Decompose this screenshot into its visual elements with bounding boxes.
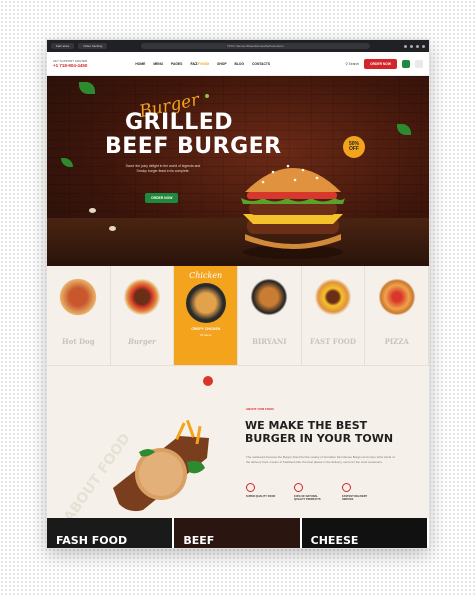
feature-text: 100% OF NATURAL QUALITY PRODUCTS — [294, 495, 321, 502]
promo-tile[interactable]: BEEF — [174, 518, 302, 548]
mushroom-icon — [89, 208, 96, 213]
nav-item-pages[interactable]: PAGES — [171, 62, 182, 66]
site-logo[interactable]: FAZFOOD — [190, 62, 209, 66]
category-hot-dog[interactable]: Hot Dog — [47, 266, 111, 365]
nav-item-contacts[interactable]: CONTACTS — [252, 62, 270, 66]
feature-item: SUPER QUALITY FOOD — [246, 483, 282, 502]
nav-item-home[interactable]: HOME — [135, 62, 145, 66]
search-link[interactable]: ⚲ Search — [345, 62, 359, 66]
extension-icon[interactable] — [404, 44, 407, 48]
chicken-icon — [185, 283, 226, 323]
browser-bar: Fatz store Order tracking ISTC/ themes.f… — [47, 40, 429, 52]
nav-item-menu[interactable]: MENU — [153, 62, 163, 66]
feature-text: SUPER QUALITY FOOD — [246, 495, 276, 498]
biryani-icon — [248, 276, 291, 318]
promo-tile-title: CHEESE — [310, 534, 359, 547]
site-header: 24/7 SUPPORT CENTER +1 718-904-4450 HOME… — [47, 52, 429, 76]
fast-food-icon — [312, 276, 355, 318]
burger-image — [241, 164, 345, 259]
hot-dog-icon — [57, 276, 100, 318]
search-label: Search — [348, 61, 360, 66]
category-name: BIRYANI — [252, 337, 287, 346]
header-actions: ⚲ Search ORDER NOW — [345, 58, 423, 69]
about-section: ABOUT FOOD ABOUT OUR FOOD WE MAKE THE BE… — [47, 366, 429, 536]
tomato-icon — [203, 376, 213, 386]
extension-icon[interactable] — [410, 44, 413, 48]
category-fast-food[interactable]: FAST FOOD — [302, 266, 366, 365]
hero-banner: Burger GRILLED BEEF BURGER Savor the jui… — [47, 76, 429, 266]
hero-order-button[interactable]: ORDER NOW — [145, 193, 179, 203]
about-heading-line1: WE MAKE THE BEST — [245, 419, 368, 432]
category-biryani[interactable]: BIRYANI — [238, 266, 302, 365]
promo-tile[interactable]: CHEESE — [301, 518, 429, 548]
category-strip: Hot Dog Burger Chicken CRISPY CHICKEN 35… — [47, 266, 429, 366]
burger-outline-icon — [246, 483, 255, 492]
support-phone[interactable]: +1 718-904-4450 — [53, 63, 87, 68]
nav-item-blog[interactable]: BLOG — [235, 62, 245, 66]
feature-list: SUPER QUALITY FOOD 100% OF NATURAL QUALI… — [246, 483, 378, 502]
cart-icon[interactable] — [402, 59, 410, 68]
about-heading: WE MAKE THE BEST BURGER IN YOUR TOWN — [245, 419, 395, 445]
order-now-button[interactable]: ORDER NOW — [364, 58, 397, 69]
browser-tab[interactable]: Fatz store — [51, 43, 75, 49]
promo-tile-title: BEEF — [183, 534, 215, 547]
hero-description: Savor the juicy delight in the world of … — [125, 164, 201, 173]
category-chicken[interactable]: Chicken CRISPY CHICKEN 35 Items — [174, 266, 239, 365]
promo-tiles: FASH FOOD BEEF CHEESE — [47, 518, 429, 548]
delivery-outline-icon — [342, 483, 351, 492]
promo-tile[interactable]: FASH FOOD — [47, 518, 175, 548]
category-pizza[interactable]: PIZZA — [365, 266, 429, 365]
browser-controls — [404, 44, 425, 48]
leaf-outline-icon — [294, 483, 303, 492]
menu-icon[interactable] — [422, 44, 425, 48]
feature-item: FASTEST DELIVERY SERVICE — [342, 483, 378, 502]
browser-tab[interactable]: Order tracking — [78, 43, 108, 49]
category-name: PIZZA — [384, 337, 409, 346]
lime-icon — [205, 94, 209, 98]
burger-board-image — [113, 419, 209, 512]
browser-window: Fatz store Order tracking ISTC/ themes.f… — [47, 40, 429, 548]
category-name: Hot Dog — [62, 337, 95, 346]
hero-title-line1: GRILLED — [125, 110, 234, 135]
address-bar[interactable]: ISTC/ themes.fifteenthemes/fazfood-demo — [141, 43, 370, 49]
feature-item: 100% OF NATURAL QUALITY PRODUCTS — [294, 483, 330, 502]
category-name: Burger — [128, 337, 156, 346]
nav-item-shop[interactable]: SHOP — [217, 62, 226, 66]
main-nav: HOME MENU PAGES FAZFOOD SHOP BLOG CONTAC… — [135, 62, 270, 66]
promo-tile-title: FASH FOOD — [56, 534, 128, 547]
category-burger[interactable]: Burger — [111, 266, 175, 365]
category-count: 35 Items — [199, 333, 212, 337]
mushroom-icon — [109, 226, 116, 231]
logo-accent: FOOD — [197, 61, 210, 66]
category-label: CRISPY CHICKEN — [191, 327, 221, 331]
hamburger-menu-icon[interactable] — [415, 59, 423, 68]
about-paragraph: The restaurant became the Burger brand f… — [246, 455, 395, 464]
pizza-icon — [375, 276, 418, 318]
burger-icon — [121, 276, 163, 318]
about-eyebrow: ABOUT OUR FOOD — [246, 407, 274, 411]
profile-icon[interactable] — [416, 44, 419, 48]
support-block: 24/7 SUPPORT CENTER +1 718-904-4450 — [53, 59, 87, 68]
category-name: Chicken — [189, 271, 223, 280]
logo-main: FAZ — [190, 61, 198, 66]
category-name: FAST FOOD — [310, 337, 356, 346]
feature-text: FASTEST DELIVERY SERVICE — [342, 495, 368, 502]
about-heading-line2: BURGER IN YOUR TOWN — [245, 432, 394, 445]
